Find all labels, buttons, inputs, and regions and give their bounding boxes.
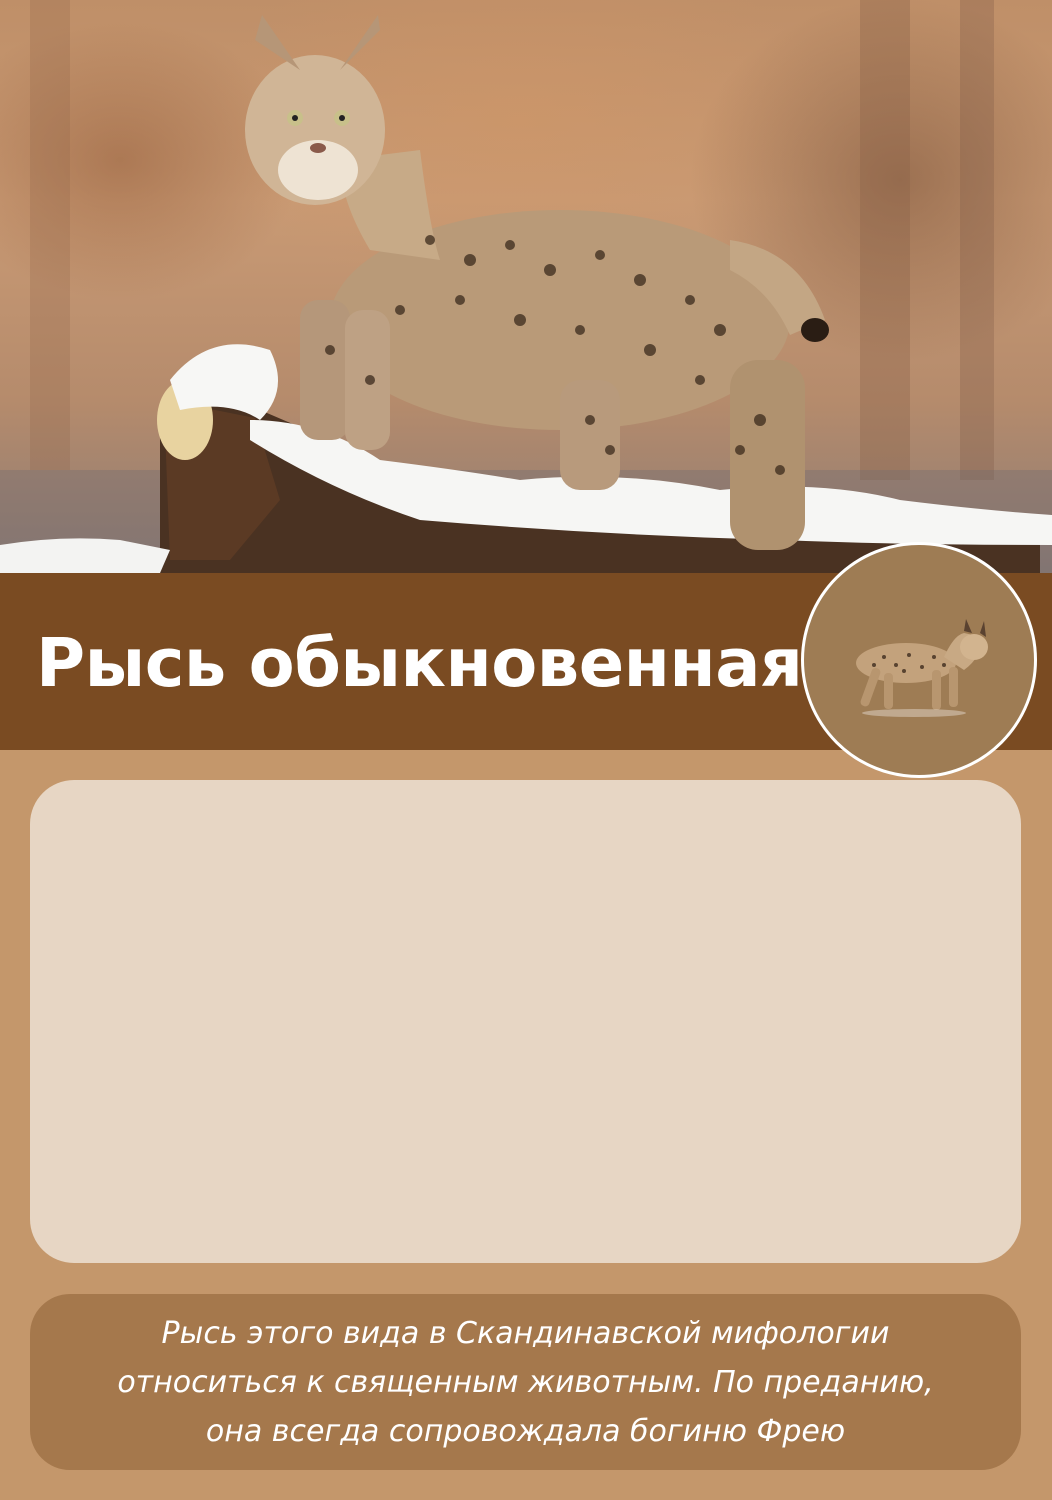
fact-panel: Рысь этого вида в Скандинавской мифологи… xyxy=(30,1294,1021,1470)
lynx-badge xyxy=(801,542,1037,778)
lynx-icon xyxy=(856,619,988,717)
fact-line: Рысь этого вида в Скандинавской мифологи… xyxy=(161,1315,890,1351)
fact-line: она всегда сопровождала богиню Фрею xyxy=(205,1413,846,1449)
lynx-photo xyxy=(0,0,1052,573)
fact-text: Рысь этого вида в Скандинавской мифологи… xyxy=(46,1309,1006,1456)
fact-line: относиться к священным животным. По пред… xyxy=(117,1364,934,1400)
info-panel xyxy=(30,780,1021,1263)
page-title: Рысь обыкновенная xyxy=(36,624,803,702)
